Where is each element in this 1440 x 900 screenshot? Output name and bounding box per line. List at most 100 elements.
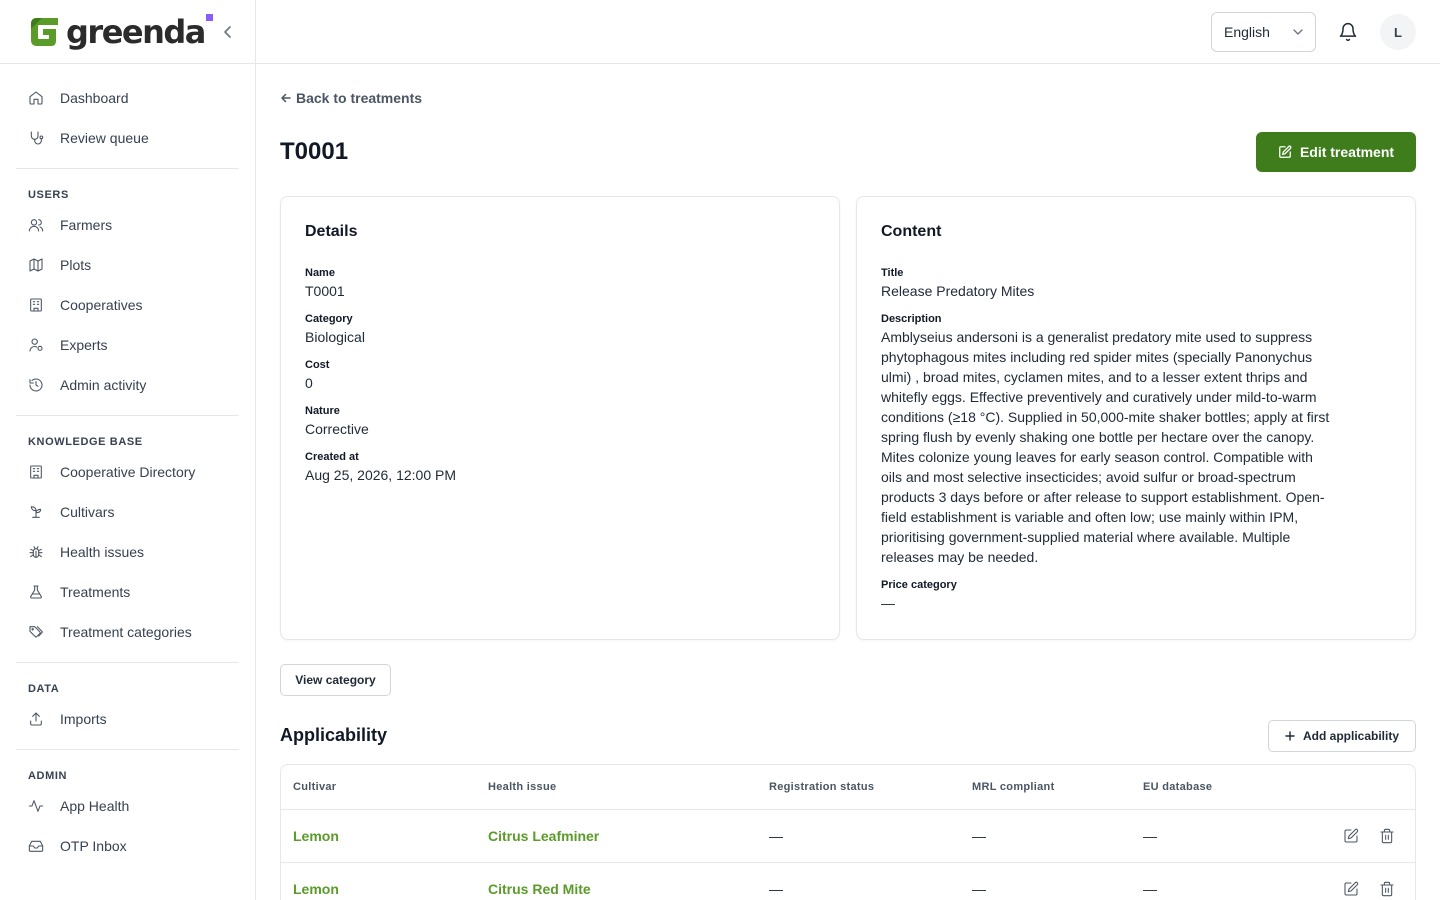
topbar: English L [256, 0, 1440, 64]
brand-dot [205, 13, 213, 21]
sidebar-item-app-health[interactable]: App Health [16, 786, 239, 826]
edit-treatment-button[interactable]: Edit treatment [1256, 132, 1416, 172]
sidebar-item-health-issues[interactable]: Health issues [16, 532, 239, 572]
sidebar-item-plots[interactable]: Plots [16, 245, 239, 285]
home-icon [29, 91, 43, 105]
collapse-sidebar-button[interactable] [220, 22, 236, 42]
field-value: Aug 25, 2026, 12:00 PM [305, 467, 456, 483]
nav-group-data: DATA Imports [16, 663, 239, 750]
building-icon [30, 298, 42, 312]
eu-database-cell: — [1143, 828, 1157, 844]
detail-field-cost: Cost 0 [305, 357, 815, 393]
description-line: Amblyseius andersoni is a generalist pre… [881, 329, 1313, 345]
sidebar-item-label: Admin activity [60, 377, 147, 393]
field-label: Nature [305, 405, 340, 417]
table-row: Lemon Citrus Red Mite — — — [281, 863, 1415, 900]
description-line: spring flush by evenly shaking one bottl… [881, 429, 1315, 445]
edit-row-button[interactable] [1343, 828, 1359, 844]
sidebar-item-treatments[interactable]: Treatments [16, 572, 239, 612]
field-value: Corrective [305, 421, 369, 437]
add-applicability-button[interactable]: Add applicability [1268, 720, 1416, 752]
delete-row-button[interactable] [1379, 828, 1395, 844]
field-value: — [881, 595, 895, 611]
cultivar-link[interactable]: Lemon [293, 828, 339, 844]
column-header-mrl-compliant[interactable]: MRL compliant [972, 781, 1055, 793]
health-issue-link[interactable]: Citrus Leafminer [488, 828, 599, 844]
column-header-registration-status[interactable]: Registration status [769, 781, 874, 793]
sidebar-item-cultivars[interactable]: Cultivars [16, 492, 239, 532]
bell-icon [1339, 22, 1357, 42]
activity-icon [28, 800, 44, 812]
column-header-eu-database[interactable]: EU database [1143, 781, 1212, 793]
nav-group-heading: DATA [28, 683, 60, 695]
trash-icon [1380, 881, 1394, 897]
applicability-table: Cultivar Health issue Registration statu… [280, 764, 1416, 900]
content-heading: Content [881, 223, 942, 240]
description-line: conditions (≥18 °C). Supplied in 50,000-… [881, 409, 1330, 425]
back-link-label: Back to treatments [296, 90, 423, 106]
sidebar-item-label: Health issues [60, 544, 145, 560]
sidebar-item-imports[interactable]: Imports [16, 699, 239, 739]
sidebar-item-otp-inbox[interactable]: OTP Inbox [16, 826, 239, 866]
sidebar-item-experts[interactable]: Experts [16, 325, 239, 365]
description-line: prioritising government-supplied materia… [881, 529, 1291, 545]
chevron-left-icon [224, 26, 231, 38]
description-line: ulmi) , broad mites, cyclamen mites, and… [881, 369, 1308, 385]
trash-icon [1380, 828, 1394, 844]
sidebar-item-label: Cultivars [60, 504, 115, 520]
eu-database-cell: — [1143, 881, 1157, 897]
table-row: Lemon Citrus Leafminer — — — [281, 810, 1415, 863]
sidebar-item-label: Imports [60, 711, 107, 727]
sprout-icon [30, 506, 42, 518]
edit-treatment-label: Edit treatment [1299, 144, 1395, 160]
bug-icon [29, 546, 43, 558]
view-category-button[interactable]: View category [280, 664, 391, 696]
greenda-logo-icon [31, 17, 58, 46]
nav-group-admin: ADMIN App Health OTP Inbox [16, 750, 239, 876]
sidebar-item-dashboard[interactable]: Dashboard [16, 78, 239, 118]
edit-icon [1279, 145, 1292, 158]
brand-logo[interactable]: greenda [28, 13, 213, 49]
table-header: Cultivar Health issue Registration statu… [281, 765, 1415, 810]
description-line: releases may be needed. [881, 549, 1039, 565]
column-header-health-issue[interactable]: Health issue [488, 781, 556, 793]
nav-group-knowledge-base: KNOWLEDGE BASE Cooperative Directory Cul… [16, 416, 239, 663]
cultivar-link[interactable]: Lemon [293, 881, 339, 897]
back-to-treatments-link[interactable]: Back to treatments [280, 90, 422, 106]
sidebar-item-review-queue[interactable]: Review queue [16, 118, 239, 158]
notifications-button[interactable] [1338, 22, 1358, 42]
nav-group-heading: KNOWLEDGE BASE [28, 436, 143, 448]
sidebar-item-label: Dashboard [60, 90, 129, 106]
sidebar-item-admin-activity[interactable]: Admin activity [16, 365, 239, 405]
sidebar-item-label: Farmers [60, 217, 113, 233]
field-label: Name [305, 267, 335, 279]
sidebar-item-treatment-categories[interactable]: Treatment categories [16, 612, 239, 652]
content-card: Content Title Release Predatory Mites De… [856, 196, 1416, 640]
column-header-cultivar[interactable]: Cultivar [293, 781, 336, 793]
chevron-down-icon [1293, 29, 1303, 35]
field-label: Created at [305, 451, 359, 463]
nav-group-heading: ADMIN [28, 770, 68, 782]
delete-row-button[interactable] [1379, 881, 1395, 897]
users-icon [28, 219, 44, 232]
details-heading: Details [305, 223, 358, 240]
field-label: Title [881, 267, 904, 279]
field-value: Release Predatory Mites [881, 283, 1035, 299]
sidebar-item-cooperative-directory[interactable]: Cooperative Directory [16, 452, 239, 492]
language-select-value: English [1224, 24, 1270, 40]
description-line: products 3 days before or after release … [881, 489, 1325, 505]
map-icon [29, 258, 43, 272]
language-select[interactable]: English [1211, 12, 1316, 52]
user-avatar[interactable]: L [1380, 14, 1416, 50]
description-line: field establishment is variable and ofte… [881, 509, 1299, 525]
sidebar-item-farmers[interactable]: Farmers [16, 205, 239, 245]
field-label: Price category [881, 579, 957, 591]
sidebar-item-cooperatives[interactable]: Cooperatives [16, 285, 239, 325]
user-cog-icon [29, 338, 43, 352]
field-value: 0 [305, 375, 313, 391]
sidebar-item-label: Review queue [60, 130, 149, 146]
health-issue-link[interactable]: Citrus Red Mite [488, 881, 591, 897]
brand-header: greenda [0, 0, 255, 64]
sidebar: greenda Dashboard Review queue USERS Far… [0, 0, 256, 900]
edit-row-button[interactable] [1343, 881, 1359, 897]
